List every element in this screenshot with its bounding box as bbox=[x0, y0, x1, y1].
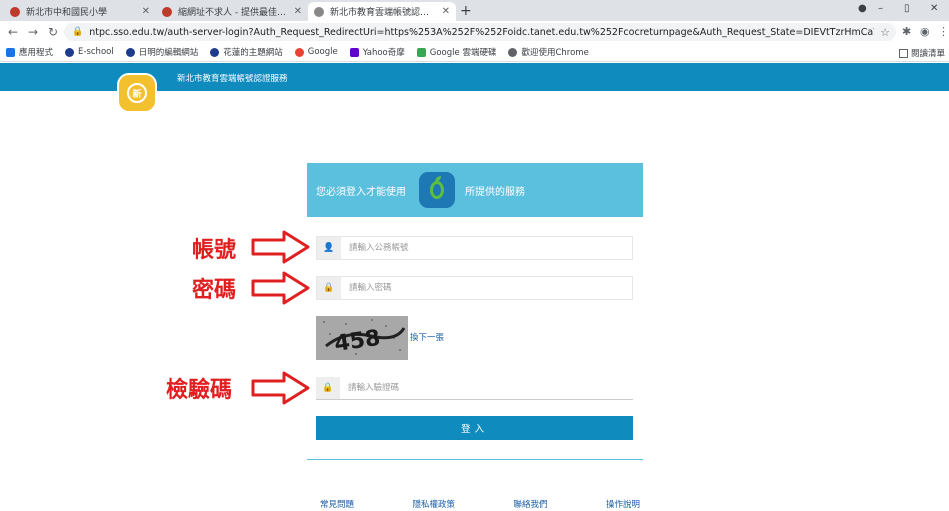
site-icon bbox=[210, 47, 220, 57]
bookmark-label: E-school bbox=[78, 47, 114, 57]
bookmark-eschool[interactable]: E-school bbox=[65, 47, 114, 57]
back-arrow-icon[interactable]: ← bbox=[8, 25, 18, 39]
user-icon: 👤 bbox=[317, 237, 341, 259]
account-field: 👤 bbox=[316, 236, 633, 260]
annotation-account-label: 帳號 bbox=[192, 238, 237, 263]
school-favicon-icon bbox=[10, 6, 20, 17]
close-tab-icon[interactable]: ✕ bbox=[294, 6, 302, 17]
chrome-icon bbox=[508, 47, 518, 57]
lock-icon: 🔒 bbox=[316, 376, 340, 399]
bookmark-label: 花蓮的主題網站 bbox=[223, 48, 283, 58]
captcha-field: 🔒 bbox=[316, 376, 633, 400]
close-window-icon[interactable]: ✕ bbox=[930, 3, 938, 14]
account-input[interactable] bbox=[341, 237, 632, 259]
banner-prefix: 您必須登入才能使用 bbox=[316, 186, 406, 198]
lock-icon: 🔒 bbox=[317, 277, 341, 299]
tab-title: 新北市教育雲端帳號認證服務 bbox=[330, 8, 436, 18]
login-button[interactable]: 登入 bbox=[316, 416, 633, 440]
forward-arrow-icon[interactable]: → bbox=[28, 25, 38, 39]
browser-toolbar: ← → ↻ 🔒 ntpc.sso.edu.tw/auth-server-logi… bbox=[0, 21, 949, 43]
browser-tab-1[interactable]: 新北市中和國民小學 ✕ bbox=[4, 2, 156, 21]
drive-icon bbox=[416, 47, 426, 57]
browser-tab-strip: 新北市中和國民小學 ✕ 縮網址不求人 - 提供最佳免費縮網址服務 ✕ 新北市教育… bbox=[0, 0, 949, 21]
close-tab-icon[interactable]: ✕ bbox=[142, 6, 150, 17]
annotation-password-label: 密碼 bbox=[192, 278, 237, 303]
profile-avatar-icon[interactable]: ◉ bbox=[920, 25, 930, 38]
restore-window-icon[interactable]: ▯ bbox=[904, 3, 910, 14]
privacy-link[interactable]: 隱私權政策 bbox=[412, 498, 455, 510]
panel-divider bbox=[307, 459, 643, 460]
password-input[interactable] bbox=[341, 277, 632, 299]
close-tab-icon[interactable]: ✕ bbox=[442, 6, 450, 17]
lock-icon: 🔒 bbox=[72, 27, 84, 37]
bookmark-star-icon[interactable]: ☆ bbox=[880, 26, 890, 39]
bookmark-drive[interactable]: Google 雲端硬碟 bbox=[416, 46, 497, 58]
footer-links: 常見問題 隱私權政策 聯絡我們 操作說明 bbox=[320, 498, 640, 510]
globe-favicon-icon bbox=[314, 6, 324, 17]
bookmark-google[interactable]: Google bbox=[294, 47, 338, 57]
reading-list[interactable]: 閱讀清單 bbox=[898, 47, 945, 59]
annotation-captcha-label: 檢驗碼 bbox=[166, 378, 233, 403]
browser-tab-3[interactable]: 新北市教育雲端帳號認證服務 ✕ bbox=[308, 2, 456, 21]
reading-list-icon bbox=[898, 48, 908, 58]
bookmark-label: 歡迎使用Chrome bbox=[521, 48, 589, 58]
guide-link[interactable]: 操作說明 bbox=[606, 498, 640, 510]
site-title: 新北市教育雲端帳號認證服務 bbox=[177, 74, 288, 84]
faq-link[interactable]: 常見問題 bbox=[320, 498, 354, 510]
captcha-input[interactable] bbox=[340, 376, 633, 399]
bookmark-site-2[interactable]: 花蓮的主題網站 bbox=[210, 46, 283, 58]
site-icon bbox=[125, 47, 135, 57]
tab-title: 縮網址不求人 - 提供最佳免費縮網址服務 bbox=[178, 8, 288, 18]
google-icon bbox=[294, 47, 304, 57]
tab-title: 新北市中和國民小學 bbox=[26, 8, 108, 18]
tab-search-icon[interactable]: ● bbox=[858, 3, 867, 14]
annotation-arrow-icon bbox=[251, 271, 310, 305]
reading-list-label: 閱讀清單 bbox=[910, 49, 945, 59]
ntpc-logo-icon[interactable]: 新 bbox=[117, 73, 157, 113]
annotation-arrow-icon bbox=[251, 230, 310, 264]
menu-kebab-icon[interactable]: ⋮ bbox=[938, 25, 949, 38]
address-bar[interactable]: 🔒 ntpc.sso.edu.tw/auth-server-login?Auth… bbox=[64, 23, 896, 41]
bookmarks-bar: 應用程式 E-school 日明的編輯網站 花蓮的主題網站 Google Yah… bbox=[0, 43, 949, 62]
yahoo-icon bbox=[349, 47, 359, 57]
bookmark-label: Yahoo奇摩 bbox=[362, 48, 405, 58]
captcha-image: 458 bbox=[316, 316, 408, 360]
new-tab-button[interactable]: + bbox=[460, 3, 472, 19]
reload-icon[interactable]: ↻ bbox=[48, 25, 58, 39]
bookmark-apps[interactable]: 應用程式 bbox=[6, 46, 53, 58]
browser-tab-2[interactable]: 縮網址不求人 - 提供最佳免費縮網址服務 ✕ bbox=[156, 2, 308, 21]
bookmark-yahoo[interactable]: Yahoo奇摩 bbox=[349, 46, 405, 58]
annotation-arrow-icon bbox=[251, 371, 310, 405]
bookmark-label: 應用程式 bbox=[19, 48, 54, 58]
bookmark-label: Google bbox=[307, 47, 338, 57]
url-text[interactable]: ntpc.sso.edu.tw/auth-server-login?Auth_R… bbox=[89, 27, 874, 38]
contact-link[interactable]: 聯絡我們 bbox=[513, 498, 547, 510]
site-icon bbox=[65, 47, 75, 57]
banner-suffix: 所提供的服務 bbox=[465, 186, 525, 198]
bookmark-label: 日明的編輯網站 bbox=[138, 48, 199, 58]
login-banner: 您必須登入才能使用 所提供的服務 bbox=[307, 163, 643, 217]
shorturl-favicon-icon bbox=[162, 6, 172, 17]
password-field: 🔒 bbox=[316, 276, 633, 300]
captcha-refresh-link[interactable]: 換下一張 bbox=[410, 331, 444, 343]
app-sprout-icon bbox=[419, 172, 455, 208]
extensions-puzzle-icon[interactable]: ✱ bbox=[902, 25, 911, 38]
bookmark-site-1[interactable]: 日明的編輯網站 bbox=[125, 46, 199, 58]
bookmark-label: Google 雲端硬碟 bbox=[429, 48, 497, 58]
bookmark-chrome[interactable]: 歡迎使用Chrome bbox=[508, 46, 589, 58]
minimize-window-icon[interactable]: – bbox=[878, 3, 883, 14]
apps-grid-icon bbox=[6, 47, 15, 57]
